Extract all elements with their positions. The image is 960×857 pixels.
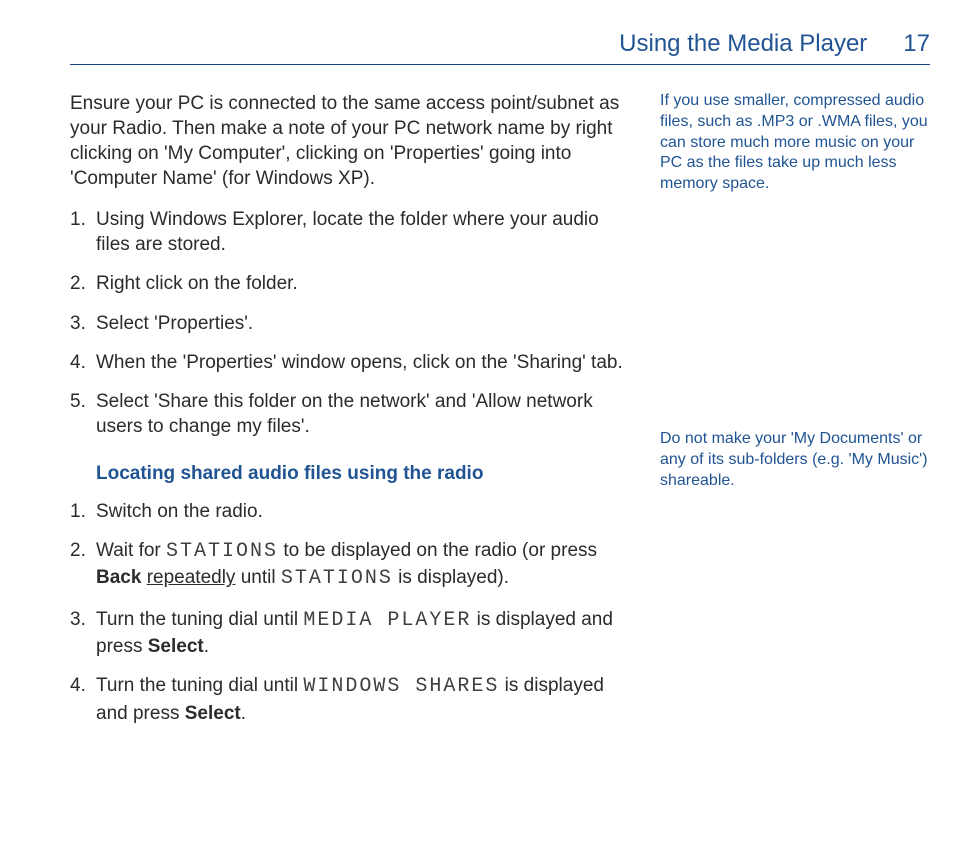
lcd-text: WINDOWS SHARES — [303, 675, 499, 698]
text-fragment: to be displayed on the radio (or press — [278, 540, 597, 561]
lcd-text: STATIONS — [166, 540, 278, 563]
list-number: 2. — [70, 271, 96, 296]
bold-text: Back — [96, 567, 141, 588]
text-fragment: . — [204, 636, 209, 657]
bold-text: Select — [148, 636, 204, 657]
list-text: Wait for STATIONS to be displayed on the… — [96, 538, 630, 593]
list-number: 1. — [70, 499, 96, 524]
list-item: 4. When the 'Properties' window opens, c… — [70, 350, 630, 375]
spacer — [660, 211, 930, 429]
list-item: 4. Turn the tuning dial until WINDOWS SH… — [70, 673, 630, 725]
list-number: 1. — [70, 207, 96, 257]
list-item: 2. Wait for STATIONS to be displayed on … — [70, 538, 630, 593]
list-item: 1. Using Windows Explorer, locate the fo… — [70, 207, 630, 257]
subheading: Locating shared audio files using the ra… — [96, 463, 630, 485]
list-text: Turn the tuning dial until MEDIA PLAYER … — [96, 607, 630, 659]
list-text: Right click on the folder. — [96, 271, 630, 296]
text-fragment: until — [235, 567, 280, 588]
list-item: 1. Switch on the radio. — [70, 499, 630, 524]
side-note: Do not make your 'My Documents' or any o… — [660, 429, 930, 491]
page-number: 17 — [903, 30, 930, 58]
page-header: Using the Media Player 17 — [70, 30, 930, 65]
steps-list-1: 1. Using Windows Explorer, locate the fo… — [70, 207, 630, 439]
side-note: If you use smaller, compressed audio fil… — [660, 91, 930, 195]
list-number: 4. — [70, 673, 96, 725]
intro-paragraph: Ensure your PC is connected to the same … — [70, 91, 630, 191]
list-text: Turn the tuning dial until WINDOWS SHARE… — [96, 673, 630, 725]
text-fragment: Wait for — [96, 540, 166, 561]
list-item: 5. Select 'Share this folder on the netw… — [70, 389, 630, 439]
lcd-text: STATIONS — [281, 567, 393, 590]
text-fragment: Turn the tuning dial until — [96, 609, 303, 630]
list-text: Using Windows Explorer, locate the folde… — [96, 207, 630, 257]
bold-text: Select — [185, 703, 241, 724]
underlined-text: repeatedly — [147, 567, 236, 588]
list-number: 2. — [70, 538, 96, 593]
text-fragment: press — [96, 636, 148, 657]
list-item: 2. Right click on the folder. — [70, 271, 630, 296]
side-column: If you use smaller, compressed audio fil… — [660, 91, 930, 507]
page: Using the Media Player 17 Ensure your PC… — [0, 0, 960, 790]
text-fragment: is displayed and — [471, 609, 613, 630]
list-item: 3. Select 'Properties'. — [70, 311, 630, 336]
text-fragment: . — [241, 703, 246, 724]
lcd-text: MEDIA PLAYER — [303, 609, 471, 632]
list-number: 3. — [70, 311, 96, 336]
steps-list-2: 1. Switch on the radio. 2. Wait for STAT… — [70, 499, 630, 726]
list-number: 4. — [70, 350, 96, 375]
list-number: 3. — [70, 607, 96, 659]
list-text: Select 'Properties'. — [96, 311, 630, 336]
list-text: Select 'Share this folder on the network… — [96, 389, 630, 439]
list-text: Switch on the radio. — [96, 499, 630, 524]
header-title: Using the Media Player — [619, 30, 867, 58]
content-columns: Ensure your PC is connected to the same … — [70, 91, 930, 750]
list-text: When the 'Properties' window opens, clic… — [96, 350, 630, 375]
main-column: Ensure your PC is connected to the same … — [70, 91, 630, 750]
list-item: 3. Turn the tuning dial until MEDIA PLAY… — [70, 607, 630, 659]
text-fragment: is displayed). — [393, 567, 509, 588]
list-number: 5. — [70, 389, 96, 439]
text-fragment: Turn the tuning dial until — [96, 675, 303, 696]
